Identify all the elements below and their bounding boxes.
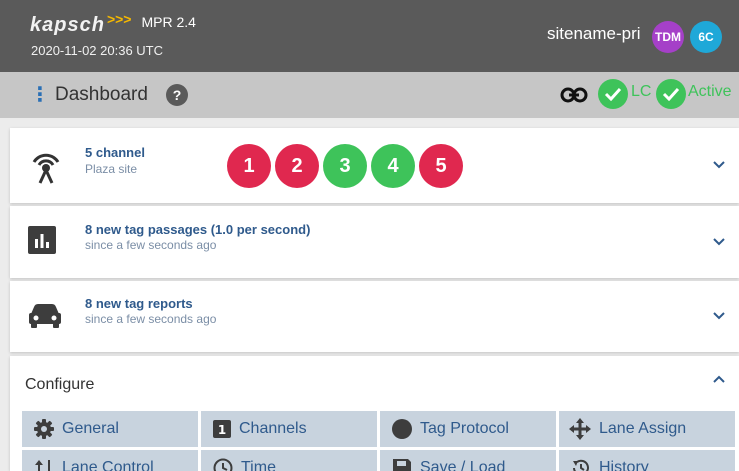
brand-logo: kapsch >>> MPR 2.4 (30, 11, 196, 37)
lane-assign-label: Lane Assign (599, 420, 687, 437)
tag-passages-card[interactable]: 8 new tag passages (1.0 per second) sinc… (10, 206, 739, 278)
channel-number-icon: 1 (213, 420, 231, 438)
chevron-down-icon[interactable] (713, 238, 725, 246)
status-active: Active (688, 83, 732, 100)
version-label: MPR 2.4 (141, 14, 196, 30)
svg-text:1: 1 (218, 423, 226, 437)
history-icon (573, 459, 589, 471)
channel-3-badge[interactable]: 3 (323, 144, 367, 188)
channel-2-badge[interactable]: 2 (275, 144, 319, 188)
lane-control-label: Lane Control (62, 459, 154, 471)
brand-name: kapsch (30, 14, 105, 36)
link-icon[interactable] (560, 85, 588, 105)
general-button[interactable]: General (22, 411, 198, 447)
lane-control-button[interactable]: Lane Control (22, 450, 198, 471)
move-arrows-icon (569, 418, 591, 440)
antenna-icon (32, 153, 60, 184)
dashboard-bar: ⋮ Dashboard ? LC Active (0, 72, 739, 118)
chevron-up-icon[interactable] (713, 375, 725, 383)
tag-passages-sub: since a few seconds ago (85, 238, 217, 252)
menu-kebab-icon[interactable]: ⋮ (30, 85, 50, 105)
tdm-badge[interactable]: TDM (652, 21, 684, 53)
circle-icon (392, 419, 412, 439)
channel-count: 5 channel (85, 145, 145, 160)
save-load-label: Save / Load (420, 459, 506, 471)
clock-icon (213, 458, 233, 471)
tag-reports-sub: since a few seconds ago (85, 312, 217, 326)
status-lc: LC (631, 83, 652, 100)
floppy-disk-icon (393, 459, 411, 471)
chevron-down-icon[interactable] (713, 161, 725, 169)
car-icon (29, 304, 61, 328)
tag-passages-title: 8 new tag passages (1.0 per second) (85, 222, 311, 237)
general-label: General (62, 420, 119, 437)
channels-label: Channels (239, 420, 307, 437)
save-load-button[interactable]: Save / Load (380, 450, 556, 471)
help-icon[interactable]: ? (166, 84, 188, 106)
tag-reports-title: 8 new tag reports (85, 296, 193, 311)
configure-panel: Configure General 1 Channels Tag Protoco… (10, 356, 739, 471)
datetime-label: 2020-11-02 20:36 UTC (31, 43, 164, 58)
configure-title: Configure (25, 376, 95, 393)
lane-assign-button[interactable]: Lane Assign (559, 411, 735, 447)
tag-reports-card[interactable]: 8 new tag reports since a few seconds ag… (10, 281, 739, 352)
channel-1-badge[interactable]: 1 (227, 144, 271, 188)
channel-site: Plaza site (85, 162, 138, 176)
sort-arrows-icon (35, 460, 50, 471)
channels-button[interactable]: 1 Channels (201, 411, 377, 447)
sitename-label: sitename-pri (547, 24, 641, 43)
page-title: Dashboard (55, 84, 148, 105)
6c-badge[interactable]: 6C (690, 21, 722, 53)
time-button[interactable]: Time (201, 450, 377, 471)
tag-protocol-label: Tag Protocol (420, 420, 509, 437)
active-check-icon (656, 79, 686, 109)
top-bar: kapsch >>> MPR 2.4 2020-11-02 20:36 UTC … (0, 0, 739, 72)
channel-card[interactable]: 5 channel Plaza site 1 2 3 4 5 (10, 128, 739, 203)
lc-check-icon (598, 79, 628, 109)
time-label: Time (241, 459, 276, 471)
history-button[interactable]: History (559, 450, 735, 471)
gear-icon (34, 419, 54, 439)
bar-chart-icon (28, 226, 56, 254)
brand-chevrons: >>> (106, 11, 132, 27)
channel-4-badge[interactable]: 4 (371, 144, 415, 188)
history-label: History (599, 459, 649, 471)
chevron-down-icon[interactable] (713, 312, 725, 320)
channel-5-badge[interactable]: 5 (419, 144, 463, 188)
tag-protocol-button[interactable]: Tag Protocol (380, 411, 556, 447)
